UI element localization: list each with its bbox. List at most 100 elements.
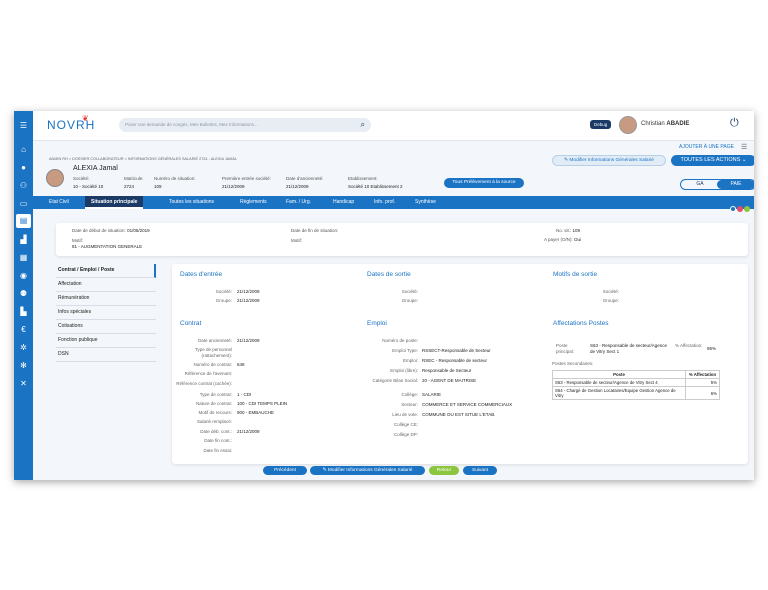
tab-fam-urg[interactable]: Fam. / Urg. <box>286 196 311 209</box>
next-button[interactable]: Suivant <box>463 466 497 475</box>
motif-value: 81 - AUGMENTATION GENERALE <box>72 244 142 249</box>
field-label: Numéro de situation: <box>154 176 196 181</box>
user-avatar[interactable] <box>619 116 637 134</box>
users-icon[interactable]: ⚇ <box>14 179 33 193</box>
app-window: ☰ ⌂ ● ⚇ ▭ ▤ ▟ ▦ ◉ ⚉ ▙ € ✲ ✻ ✕ NOVRH ❦ Pos… <box>14 111 754 480</box>
close-circle-icon[interactable] <box>737 206 743 212</box>
tab-controls <box>729 199 750 217</box>
contrat-label: Date déb. cont.: <box>200 429 232 434</box>
tab-toutes-situations[interactable]: Toutes les situations <box>169 196 214 209</box>
emploi-label: Lieu de vote: <box>392 412 418 417</box>
emploi-label: Emploi Type: <box>392 348 418 353</box>
field-societe: Société: 10 - Société 10 <box>73 176 103 189</box>
bulb-icon[interactable]: ◉ <box>14 269 33 283</box>
previous-button[interactable]: Précédent <box>263 466 307 475</box>
hamburger-menu-icon[interactable]: ☰ <box>14 119 33 133</box>
tab-synthese[interactable]: Synthèse <box>415 196 436 209</box>
a-payer-label: A payer (O/N): <box>544 237 573 242</box>
search-icon[interactable]: ⌕ <box>361 118 365 132</box>
tab-reglements[interactable]: Règlements <box>240 196 267 209</box>
plus-circle-icon[interactable] <box>730 206 736 212</box>
field-label: Date d'ancienneté: <box>286 176 324 181</box>
entree-groupe-label: Groupe: <box>215 298 232 303</box>
pct-affectation-value: 95% <box>707 346 717 351</box>
modify-info-button[interactable]: ✎ Modifier Informations Générales Salari… <box>552 155 666 166</box>
nav-cotisations[interactable]: Cotisations <box>56 320 156 334</box>
app-logo[interactable]: NOVRH ❦ <box>47 114 95 132</box>
debug-badge[interactable]: Debug <box>590 120 612 129</box>
toggle-paie[interactable]: PAIE <box>717 180 754 189</box>
no-sit: No. sit.: 109 <box>556 228 580 233</box>
cog-group-icon[interactable]: ✻ <box>14 359 33 373</box>
id-card-icon[interactable]: ▭ <box>14 197 33 211</box>
date-fin: Date de fin de situation: <box>291 228 338 233</box>
table-row[interactable]: S64 - Chargé de Gestion Locataires/Equip… <box>552 386 720 400</box>
chart-icon[interactable]: ▟ <box>14 233 33 247</box>
contrat-label: Type de personnel (rattachement): <box>194 347 232 358</box>
tab-info-prof[interactable]: Info. prof. <box>374 196 395 209</box>
footer-actions: Précédent ✎ Modifier Informations Généra… <box>33 464 754 480</box>
building-icon[interactable]: ▙ <box>14 305 33 319</box>
situation-card: Date de début de situation: 01/05/2019 M… <box>56 223 748 256</box>
table-row[interactable]: S63 - Responsable de secteur/Agence de V… <box>552 378 720 387</box>
chevron-down-icon: ⌄ <box>741 157 747 163</box>
contrat-label: Nature de contrat: <box>195 401 232 406</box>
search-input[interactable]: Poser une demande de congés, Mes Bulleti… <box>119 118 371 132</box>
ga-paie-toggle[interactable]: GA PAIE <box>680 179 754 190</box>
all-actions-button[interactable]: TOUTES LES ACTIONS ⌄ <box>671 155 754 166</box>
nav-affectation[interactable]: Affectation <box>56 278 156 292</box>
search-placeholder: Poser une demande de congés, Mes Bulleti… <box>125 122 258 127</box>
field-date-anciennete: Date d'ancienneté: 21/12/2009 <box>286 176 323 189</box>
modify-footer-label: Modifier Informations Générales Salarié <box>327 468 413 473</box>
settings-gear-icon[interactable]: ✲ <box>14 341 33 355</box>
date-fin-label: Date de fin de situation: <box>291 228 339 233</box>
user-name[interactable]: Christian ABADIE <box>641 121 689 127</box>
entree-groupe-value: 21/12/2009 <box>237 298 260 303</box>
euro-icon[interactable]: € <box>14 323 33 337</box>
motif-groupe-label: Groupe: <box>602 298 619 303</box>
home-icon[interactable]: ⌂ <box>14 143 33 157</box>
contrat-value: 648 <box>237 362 245 367</box>
add-circle-icon[interactable] <box>744 206 750 212</box>
motif-societe-label: Société: <box>602 289 619 294</box>
modify-info-footer-button[interactable]: ✎ Modifier Informations Générales Salari… <box>310 466 425 475</box>
emploi-label: Collège CE: <box>393 422 418 427</box>
employee-name: ALEXIA Jamal <box>73 165 118 172</box>
field-label: Matricule: <box>124 176 144 181</box>
table-cell-poste: S63 - Responsable de secteur/Agence de V… <box>552 378 686 387</box>
field-premiere-entree: Première entrée société: 21/12/2009 <box>222 176 271 189</box>
user-icon[interactable]: ● <box>14 161 33 175</box>
dates-entree-title: Dates d'entrée <box>180 271 223 278</box>
sidebar: ☰ ⌂ ● ⚇ ▭ ▤ ▟ ▦ ◉ ⚉ ▙ € ✲ ✻ ✕ <box>14 111 33 480</box>
field-etablissement: Etablissement: Société 10 Etablissement 2 <box>348 176 403 189</box>
nav-fonction-publique[interactable]: Fonction publique <box>56 334 156 348</box>
nav-contrat-emploi-poste[interactable]: Contrat / Emploi / Poste <box>56 264 156 278</box>
emploi-label: Emploi (libre): <box>390 368 418 373</box>
tab-etat-civil[interactable]: Etat Civil <box>49 196 69 209</box>
nav-infos-speciales[interactable]: Infos spéciales <box>56 306 156 320</box>
nav-dsn[interactable]: DSN <box>56 348 156 362</box>
back-button[interactable]: Retour <box>429 466 459 475</box>
entree-societe-label: Société: <box>215 289 232 294</box>
emploi-label: Catégorie Bilan Social: <box>372 378 418 383</box>
team-icon[interactable]: ⚉ <box>14 287 33 301</box>
details-card: Dates d'entrée Société: 21/12/2009 Group… <box>172 264 748 464</box>
calendar-icon[interactable]: ▦ <box>14 251 33 265</box>
contrat-title: Contrat <box>180 320 202 327</box>
field-numero-situation: Numéro de situation: 109 <box>154 176 196 189</box>
menu-lines-icon[interactable]: ☰ <box>741 143 747 151</box>
employee-file-icon[interactable]: ▤ <box>16 214 31 228</box>
power-icon[interactable]: ⏻ <box>730 117 739 130</box>
tab-handicap[interactable]: Handicap <box>333 196 354 209</box>
tools-icon[interactable]: ✕ <box>14 377 33 391</box>
emploi-value: COMMUNE OU EST SITUE L'ETAB. <box>422 412 496 417</box>
nav-remuneration[interactable]: Rémunération <box>56 292 156 306</box>
tab-situation-principale[interactable]: Situation principale <box>85 196 144 209</box>
prelevement-button[interactable]: Tous Prélèvement à la source <box>444 178 524 188</box>
emploi-value: COMMERCE ET SERVICE COMMERCIAUX <box>422 402 513 407</box>
field-label: Société: <box>73 176 90 181</box>
toggle-ga[interactable]: GA <box>681 180 719 189</box>
sortie-groupe-label: Groupe: <box>401 298 418 303</box>
add-to-page-link[interactable]: AJOUTER À UNE PAGE <box>679 144 734 150</box>
all-actions-label: TOUTES LES ACTIONS <box>680 157 741 163</box>
